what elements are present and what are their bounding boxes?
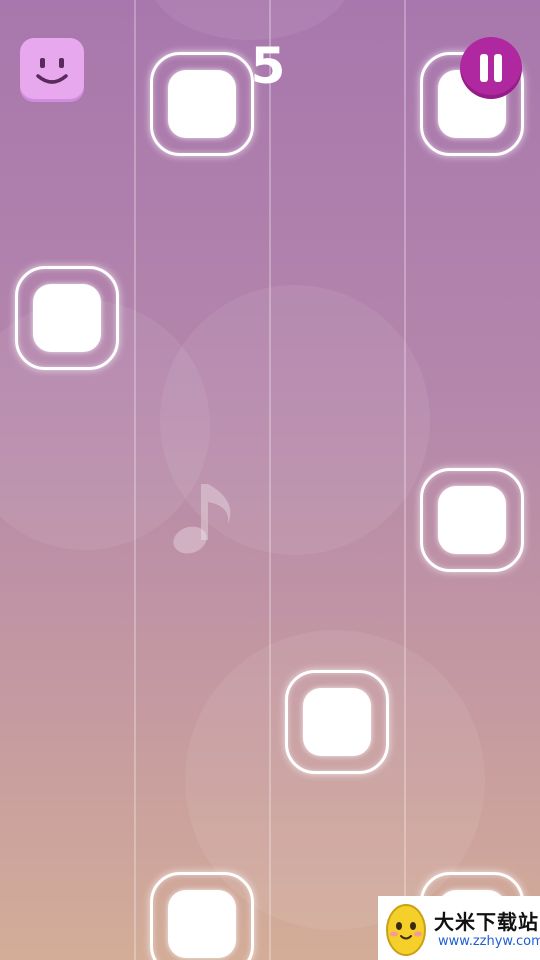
game-board[interactable]: 5 大米下载站 www.zzhyw.com (0, 0, 540, 960)
piano-tile[interactable] (150, 872, 254, 960)
tile-core (33, 284, 101, 352)
tile-core (168, 70, 236, 138)
piano-tile[interactable] (15, 266, 119, 370)
piano-tile[interactable] (420, 468, 524, 572)
egg-mascot-icon (386, 904, 426, 956)
pause-button[interactable] (460, 37, 522, 99)
score-counter: 5 (250, 37, 286, 95)
lane-divider (269, 0, 271, 960)
tile-core (168, 890, 236, 958)
background-bubble (150, 0, 350, 40)
music-note-icon (173, 484, 231, 554)
lane-divider (404, 0, 406, 960)
piano-tile[interactable] (285, 670, 389, 774)
site-watermark: 大米下载站 www.zzhyw.com (378, 896, 540, 960)
smiley-face-icon (36, 58, 68, 84)
smiley-button[interactable] (20, 38, 84, 102)
lane-divider (134, 0, 136, 960)
watermark-url: www.zzhyw.com (438, 934, 540, 949)
tile-core (438, 486, 506, 554)
watermark-title: 大米下载站 (434, 910, 539, 934)
tile-core (303, 688, 371, 756)
